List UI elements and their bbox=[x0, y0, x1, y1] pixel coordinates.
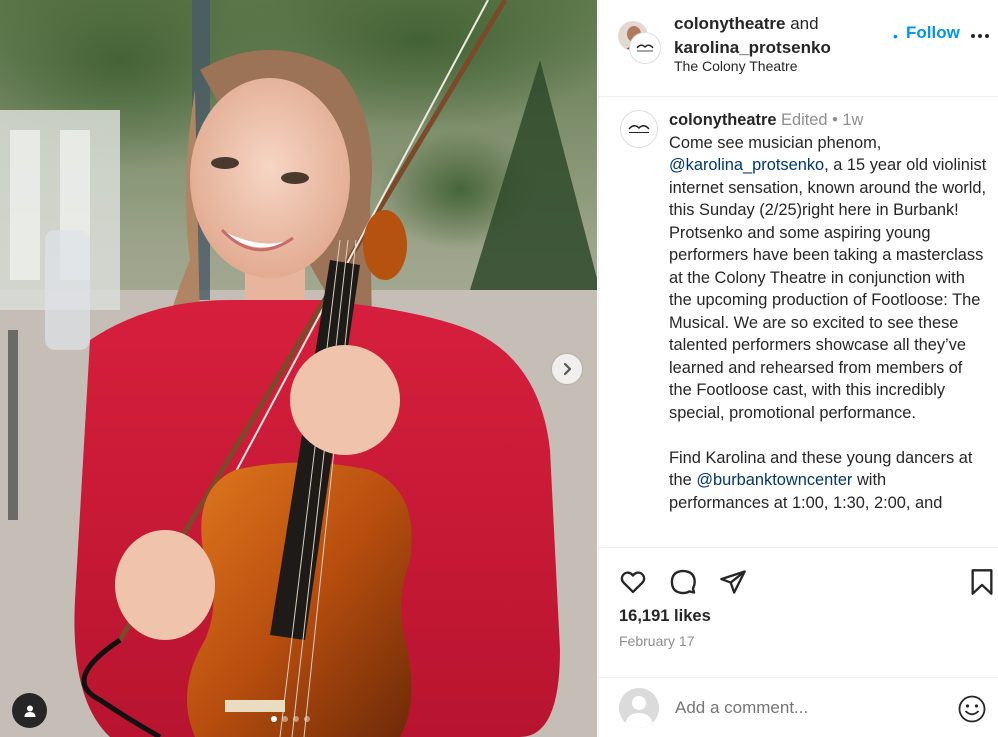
share-button[interactable] bbox=[717, 566, 749, 598]
colony-logo bbox=[628, 125, 650, 133]
follow-button[interactable]: Follow bbox=[906, 23, 960, 43]
more-dots-icon bbox=[985, 34, 989, 38]
caption-section: colonytheatre Edited • 1w Come see music… bbox=[599, 98, 998, 546]
avatar bbox=[619, 688, 659, 728]
post-time: 1w bbox=[842, 111, 864, 129]
post-authors: colonytheatre and karolina_protsenko bbox=[674, 12, 831, 60]
like-button[interactable] bbox=[617, 566, 649, 598]
caption-username[interactable]: colonytheatre bbox=[669, 111, 776, 129]
post-date[interactable]: February 17 bbox=[619, 633, 694, 649]
carousel-indicator bbox=[271, 716, 310, 722]
chevron-right-icon bbox=[563, 362, 572, 376]
default-avatar-icon bbox=[619, 688, 659, 728]
post-location[interactable]: The Colony Theatre bbox=[674, 58, 797, 74]
more-dots-icon bbox=[978, 34, 982, 38]
post-side-panel: colonytheatre and karolina_protsenko The… bbox=[598, 0, 998, 737]
edited-label: Edited bbox=[781, 111, 828, 129]
likes-count[interactable]: 16,191 likes bbox=[619, 607, 711, 626]
mention-link[interactable]: @burbanktowncenter bbox=[696, 471, 852, 489]
follow-separator: • bbox=[893, 28, 898, 44]
bookmark-icon bbox=[971, 569, 993, 595]
caption-avatar[interactable] bbox=[620, 110, 658, 148]
more-dots-icon bbox=[971, 34, 975, 38]
meta-separator: • bbox=[832, 111, 838, 129]
carousel-dot bbox=[304, 716, 310, 722]
author-link[interactable]: karolina_protsenko bbox=[674, 38, 831, 57]
author-conjunction: and bbox=[790, 14, 819, 33]
tagged-users-button[interactable] bbox=[12, 693, 47, 728]
carousel-dot bbox=[271, 716, 277, 722]
carousel-dot bbox=[282, 716, 288, 722]
avatar bbox=[630, 33, 660, 63]
heart-icon bbox=[620, 571, 646, 594]
save-button[interactable] bbox=[966, 566, 998, 598]
author-link[interactable]: colonytheatre bbox=[674, 14, 785, 33]
comment-icon bbox=[670, 569, 696, 595]
comment-bar bbox=[599, 677, 998, 737]
carousel-dot bbox=[293, 716, 299, 722]
emoji-button[interactable] bbox=[957, 694, 987, 724]
user-tag-icon bbox=[24, 705, 35, 717]
caption-text: colonytheatre Edited • 1w Come see music… bbox=[669, 109, 989, 514]
post-media[interactable] bbox=[0, 0, 597, 737]
caption-body: , a 15 year old violinist internet sensa… bbox=[669, 156, 987, 422]
paper-plane-icon bbox=[720, 570, 746, 594]
comment-input[interactable] bbox=[675, 698, 925, 718]
more-options-button[interactable] bbox=[971, 34, 989, 38]
caption-body: Come see musician phenom, bbox=[669, 133, 882, 152]
colony-logo bbox=[636, 44, 654, 52]
post-header: colonytheatre and karolina_protsenko The… bbox=[599, 0, 998, 97]
post-actions: 16,191 likes February 17 bbox=[599, 547, 998, 737]
smiley-icon bbox=[958, 695, 986, 723]
comment-button[interactable] bbox=[667, 566, 699, 598]
next-image-button[interactable] bbox=[552, 354, 582, 384]
mention-link[interactable]: @karolina_protsenko bbox=[669, 156, 824, 174]
post-photo bbox=[0, 0, 597, 737]
collab-avatars[interactable] bbox=[618, 21, 660, 63]
